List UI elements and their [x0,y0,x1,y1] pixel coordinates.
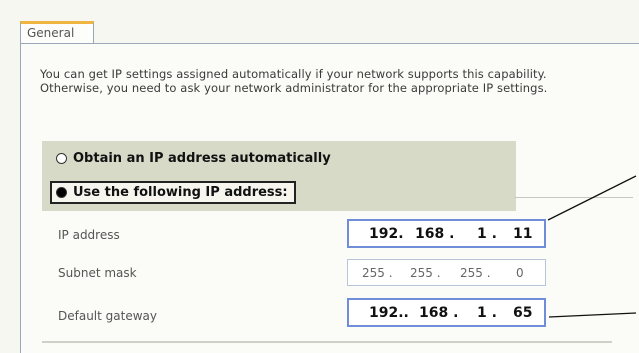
callout-lines [547,175,637,318]
ip-callout-line [547,175,637,221]
gateway-callout-line [548,312,637,318]
ip-properties-dialog: General You can get IP settings assigned… [0,0,639,353]
